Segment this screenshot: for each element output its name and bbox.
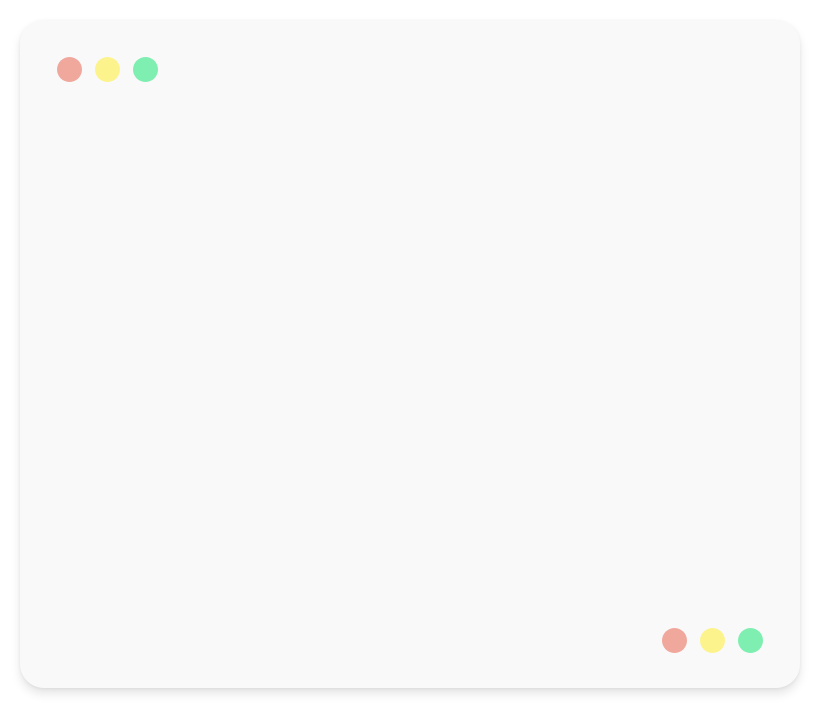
close-dot-icon[interactable] [57,57,82,82]
minimize-dot-icon[interactable] [95,57,120,82]
app-window [20,20,800,688]
window-controls-top [57,57,158,82]
minimize-dot-icon[interactable] [700,628,725,653]
maximize-dot-icon[interactable] [738,628,763,653]
close-dot-icon[interactable] [662,628,687,653]
window-controls-bottom [662,628,763,653]
maximize-dot-icon[interactable] [133,57,158,82]
